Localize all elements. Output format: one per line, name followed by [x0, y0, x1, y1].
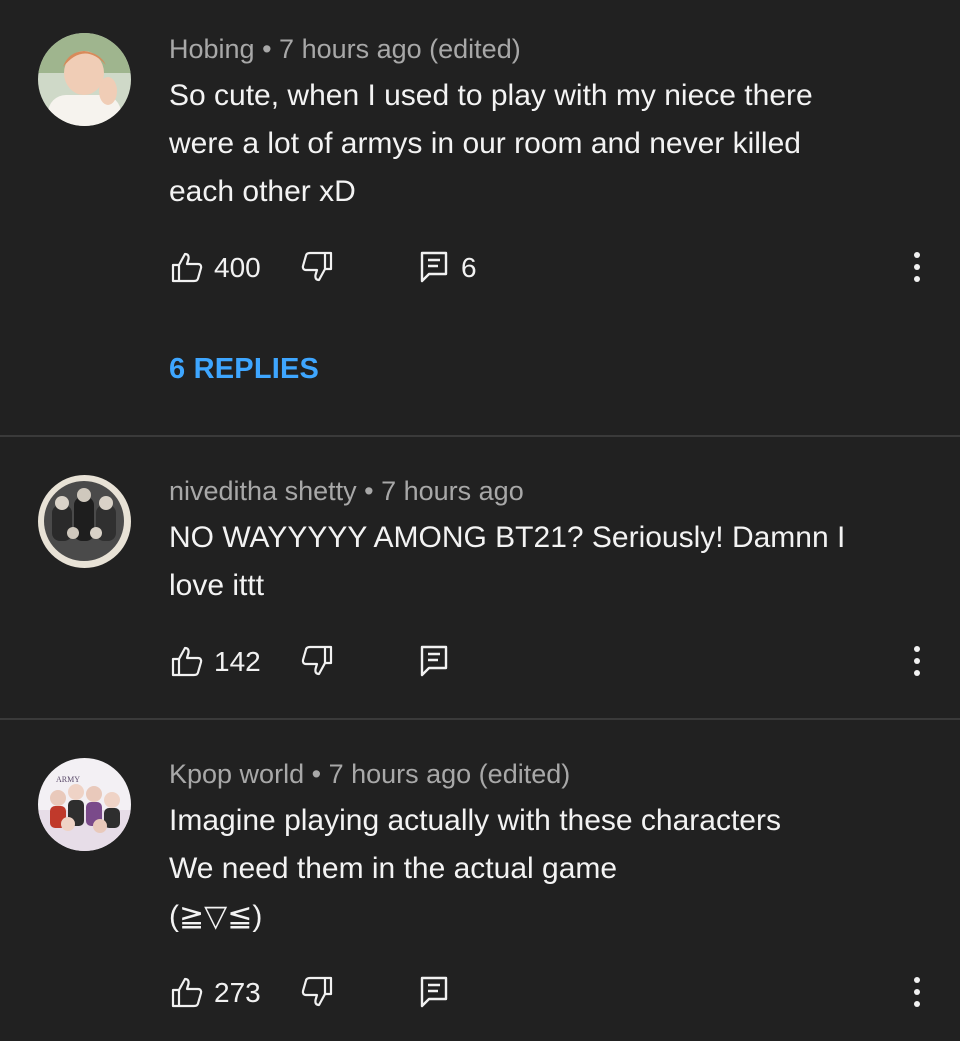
- comment-line: (≧▽≦): [169, 900, 263, 933]
- comment-actions: 273: [0, 975, 960, 1015]
- comment-body: Imagine playing actually with these char…: [169, 797, 929, 941]
- timestamp[interactable]: 7 hours ago (edited): [279, 34, 521, 64]
- more-vertical-icon[interactable]: [912, 250, 922, 284]
- comment-line: So cute, when I used to play with my nie…: [169, 79, 813, 112]
- comment-actions: 400 6: [0, 250, 960, 290]
- comment-body: So cute, when I used to play with my nie…: [169, 72, 929, 216]
- more-vertical-icon[interactable]: [912, 644, 922, 678]
- timestamp[interactable]: 7 hours ago (edited): [329, 759, 571, 789]
- reply-icon[interactable]: [417, 975, 451, 1009]
- comment-meta: Hobing • 7 hours ago (edited): [169, 34, 521, 65]
- comment-line: We need them in the actual game: [169, 852, 618, 885]
- author-name[interactable]: Hobing: [169, 34, 255, 64]
- thumb-up-icon[interactable]: [170, 644, 204, 678]
- comment-body: NO WAYYYYY AMONG BT21? Seriously! Damnn …: [169, 514, 929, 610]
- meta-separator: •: [262, 34, 272, 64]
- comment-line: each other xD: [169, 175, 356, 208]
- like-count: 400: [214, 252, 261, 283]
- more-vertical-icon[interactable]: [912, 975, 922, 1009]
- meta-separator: •: [364, 476, 374, 506]
- view-replies-button[interactable]: 6 REPLIES: [169, 353, 319, 386]
- thumb-down-icon[interactable]: [300, 644, 334, 678]
- comment-thread: ARMY Kpop world • 7 hours ago (edited) I…: [0, 720, 960, 1041]
- comment-thread: niveditha shetty • 7 hours ago NO WAYYYY…: [0, 437, 960, 718]
- reply-icon[interactable]: [417, 644, 451, 678]
- comment-meta: niveditha shetty • 7 hours ago: [169, 476, 524, 507]
- comment-thread: Hobing • 7 hours ago (edited) So cute, w…: [0, 0, 960, 435]
- like-count: 273: [214, 977, 261, 1008]
- comment-line: Imagine playing actually with these char…: [169, 804, 781, 837]
- comment-line: NO WAYYYYY AMONG BT21? Seriously! Damnn …: [169, 521, 846, 554]
- reply-icon[interactable]: [417, 250, 451, 284]
- meta-separator: •: [311, 759, 322, 789]
- thumb-down-icon[interactable]: [300, 975, 334, 1009]
- avatar[interactable]: ARMY: [38, 758, 131, 851]
- thumb-up-icon[interactable]: [170, 975, 204, 1009]
- avatar[interactable]: [38, 33, 131, 126]
- comment-actions: 142: [0, 644, 960, 684]
- avatar[interactable]: [38, 475, 131, 568]
- thumb-up-icon[interactable]: [170, 250, 204, 284]
- reply-count: 6: [461, 252, 477, 283]
- author-name[interactable]: niveditha shetty: [169, 476, 357, 506]
- thumb-down-icon[interactable]: [300, 250, 334, 284]
- comment-meta: Kpop world • 7 hours ago (edited): [169, 759, 570, 790]
- author-name[interactable]: Kpop world: [169, 759, 304, 789]
- avatar-text: ARMY: [56, 775, 80, 784]
- comment-line: were a lot of armys in our room and neve…: [169, 127, 801, 160]
- like-count: 142: [214, 646, 261, 677]
- timestamp[interactable]: 7 hours ago: [381, 476, 524, 506]
- comment-line: love ittt: [169, 569, 265, 602]
